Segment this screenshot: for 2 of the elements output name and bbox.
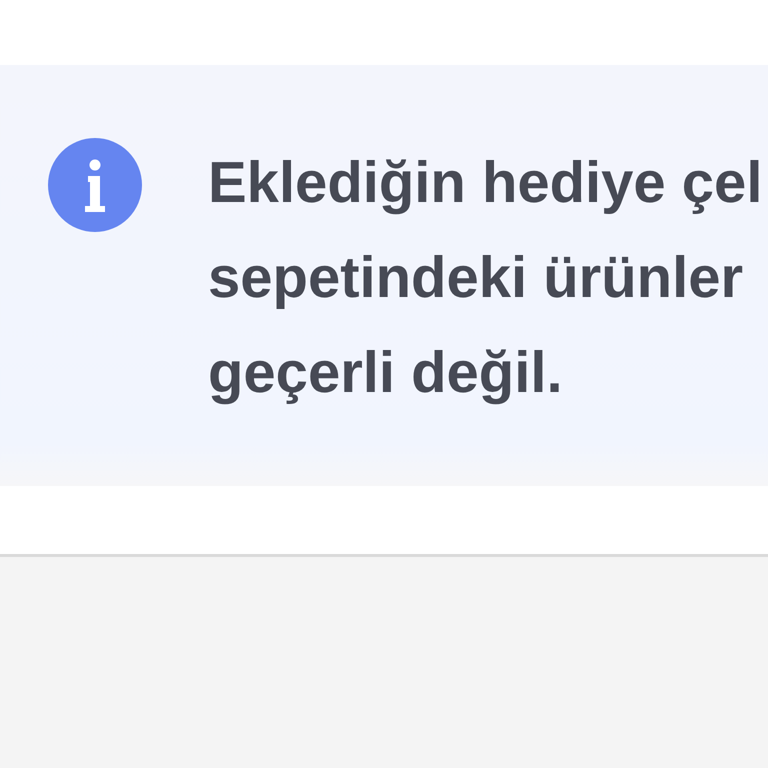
alert-message: Eklediğin hediye çel sepetindeki ürünler geçerli değil. — [208, 149, 762, 407]
info-icon — [48, 138, 142, 232]
